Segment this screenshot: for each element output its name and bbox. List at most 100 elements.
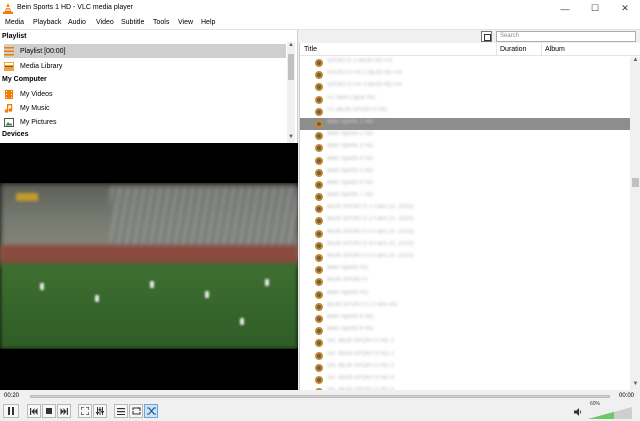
column-duration[interactable]: Duration xyxy=(500,46,526,53)
playlist-row[interactable]: Bein Sports 9 HD xyxy=(300,325,630,337)
minimize-button[interactable]: — xyxy=(550,0,580,17)
scroll-down-icon[interactable]: ▼ xyxy=(287,134,295,140)
scroll-up-icon[interactable]: ▲ xyxy=(630,57,640,63)
loop-button[interactable] xyxy=(129,404,143,418)
sidebar-item-media-library[interactable]: Media Library xyxy=(4,59,286,73)
playlist-row[interactable]: FC Bein Ligue HD xyxy=(300,94,630,106)
playlist-row[interactable]: BEIN SPORTS 3 Fans (S. 2020) xyxy=(300,228,630,240)
column-separator xyxy=(496,43,497,56)
loop-icon xyxy=(131,407,141,415)
menu-subtitle[interactable]: Subtitle xyxy=(121,19,144,26)
menu-playback[interactable]: Playback xyxy=(33,19,61,26)
sidebar-item-playlist[interactable]: Playlist [00:00] xyxy=(4,44,286,58)
search-input[interactable]: Search xyxy=(496,31,636,42)
scroll-down-icon[interactable]: ▼ xyxy=(630,381,640,387)
scroll-up-icon[interactable]: ▲ xyxy=(287,42,295,48)
sidebar-item-my-music[interactable]: My Music xyxy=(4,101,286,115)
video-output[interactable] xyxy=(0,143,298,390)
toggle-playlist-button[interactable] xyxy=(114,404,128,418)
speaker-icon[interactable] xyxy=(574,408,582,416)
volume-slider[interactable]: 60% xyxy=(586,401,636,421)
playlist-row-title: SPORTS 1 BEIN HD FR xyxy=(327,58,393,64)
media-item-icon xyxy=(315,83,323,92)
playlist-row[interactable]: Bein Sports 6 HD xyxy=(300,179,630,191)
fullscreen-button[interactable] xyxy=(78,404,92,418)
vlc-cone-icon xyxy=(3,3,13,14)
media-item-icon xyxy=(315,241,323,250)
sidebar-scrollbar[interactable]: ▲ ▼ xyxy=(287,42,295,143)
seek-slider[interactable] xyxy=(30,395,610,398)
menu-media[interactable]: Media xyxy=(5,19,24,26)
playlist-row[interactable]: Bein Sports 3 HD xyxy=(300,142,630,154)
window-title: Bein Sports 1 HD - VLC media player xyxy=(17,4,133,11)
scroll-thumb[interactable] xyxy=(632,178,639,187)
column-title[interactable]: Title xyxy=(304,46,317,53)
stop-button[interactable] xyxy=(42,404,56,418)
playlist-row[interactable]: BEIN SPORTS 5 Fans (S. 2020) xyxy=(300,252,630,264)
playlist-row[interactable]: SPORTS FR 3 BEIN HD FR xyxy=(300,81,630,93)
media-item-icon xyxy=(315,278,323,287)
playlist-row[interactable]: SPORTS FR 2 BEIN HD FR xyxy=(300,69,630,81)
shuffle-button[interactable] xyxy=(144,404,158,418)
media-item-icon xyxy=(315,339,323,348)
close-button[interactable]: ✕ xyxy=(610,0,640,17)
next-button[interactable] xyxy=(57,404,71,418)
media-item-icon xyxy=(315,59,323,67)
playlist-row[interactable]: BEIN SPORTS 1 Fans HD xyxy=(300,301,630,313)
column-album[interactable]: Album xyxy=(545,46,565,53)
menu-view[interactable]: View xyxy=(178,19,193,26)
playlist-row[interactable]: SA. BEIN SPORTS HD 4 xyxy=(300,374,630,386)
playlist-row[interactable]: BEIN SPORTS 1 Fans (S. 2020) xyxy=(300,203,630,215)
sidebar-item-label: Media Library xyxy=(20,62,63,70)
menu-tools[interactable]: Tools xyxy=(153,19,169,26)
media-item-icon xyxy=(315,302,323,311)
picture-icon xyxy=(4,117,14,127)
extended-settings-button[interactable] xyxy=(93,404,107,418)
maximize-button[interactable]: ☐ xyxy=(580,0,610,17)
playlist-panel: Title Duration Album SPORTS 1 BEIN HD FR… xyxy=(299,43,640,421)
sidebar-item-label: My Pictures xyxy=(20,118,57,126)
playlist-row[interactable]: SPORTS 1 BEIN HD FR xyxy=(300,57,630,69)
scroll-thumb[interactable] xyxy=(288,54,294,80)
media-item-icon xyxy=(315,144,323,153)
playlist-row-title: Bein Sports 6 HD xyxy=(327,179,374,186)
playlist-row[interactable]: Bein Sports HD xyxy=(300,264,630,276)
playlist-row-title: Bein Sports 1 HD xyxy=(327,118,374,125)
menu-bar: Media Playback Audio Video Subtitle Tool… xyxy=(0,17,640,30)
media-item-icon xyxy=(315,229,323,238)
playlist-row[interactable]: Bein Sports HD xyxy=(300,289,630,301)
playlist-row[interactable]: Bein Sports 7 HD xyxy=(300,191,630,203)
playlist-row[interactable]: SA. BEIN SPORTS HD 2 xyxy=(300,350,630,362)
playlist-row[interactable]: Bein Sports 4 HD xyxy=(300,155,630,167)
seek-area: 00:20 00:00 xyxy=(0,390,640,402)
menu-help[interactable]: Help xyxy=(201,19,215,26)
media-item-icon xyxy=(315,71,323,80)
playlist-row-title: BEIN SPORTS 3 Fans (S. 2020) xyxy=(327,228,414,235)
media-item-icon xyxy=(315,314,323,323)
menu-video[interactable]: Video xyxy=(96,19,114,26)
menu-audio[interactable]: Audio xyxy=(68,19,86,26)
playlist-row-current[interactable]: Bein Sports 1 HD xyxy=(300,117,630,131)
playlist-row[interactable]: Bein Sports 2 HD xyxy=(300,130,630,142)
playlist-row[interactable]: BEIN SPORTS 4 Fans (S. 2020) xyxy=(300,240,630,252)
playlist-row[interactable]: Bein Sports 8 HD xyxy=(300,313,630,325)
playlist-row-title: Bein Sports HD xyxy=(327,289,369,296)
playlist-rows: SPORTS 1 BEIN HD FR SPORTS FR 2 BEIN HD F… xyxy=(300,57,630,421)
playlist-row[interactable]: SA. BEIN SPORTS HD 1 xyxy=(300,337,630,349)
media-item-icon xyxy=(315,168,323,177)
playlist-row[interactable]: Bein Sports 5 HD xyxy=(300,167,630,179)
sidebar-item-my-pictures[interactable]: My Pictures xyxy=(4,115,286,129)
playlist-view-button[interactable] xyxy=(481,31,492,42)
film-icon xyxy=(5,89,13,99)
pause-button[interactable] xyxy=(3,404,19,418)
playlist-row[interactable]: BEIN SPORTS xyxy=(300,276,630,288)
playlist-row[interactable]: SA. BEIN SPORTS HD 3 xyxy=(300,362,630,374)
previous-button[interactable] xyxy=(27,404,41,418)
sidebar-item-my-videos[interactable]: My Videos xyxy=(4,87,286,101)
playlist-row[interactable]: FC BEIN SPORTS HD xyxy=(300,106,630,118)
playlist-scrollbar[interactable]: ▲ ▼ xyxy=(630,57,640,390)
playlist-row-title: BEIN SPORTS 4 Fans (S. 2020) xyxy=(327,240,414,247)
playlist-row[interactable]: BEIN SPORTS 2 Fans (S. 2020) xyxy=(300,215,630,227)
playlist-row-title: BEIN SPORTS 1 Fans HD xyxy=(327,301,398,308)
elapsed-time: 00:20 xyxy=(4,393,20,399)
